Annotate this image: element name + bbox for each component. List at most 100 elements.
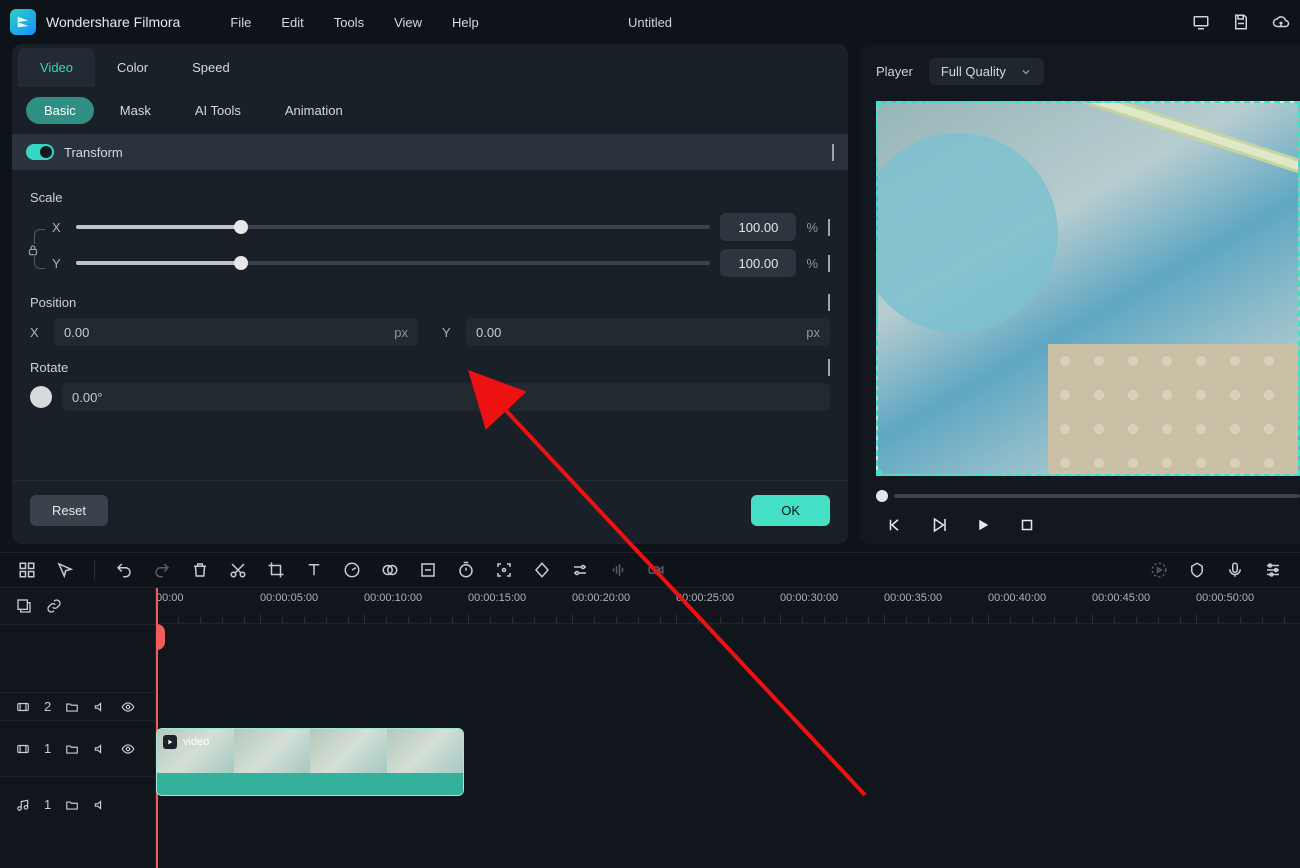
menu-tools[interactable]: Tools xyxy=(334,15,364,30)
stop-icon[interactable] xyxy=(1018,516,1036,534)
marker-icon[interactable] xyxy=(1188,561,1206,579)
tab-speed[interactable]: Speed xyxy=(170,48,252,87)
save-icon[interactable] xyxy=(1232,13,1250,31)
subtab-animation[interactable]: Animation xyxy=(267,97,361,124)
menu-file[interactable]: File xyxy=(230,15,251,30)
video-clip[interactable]: video xyxy=(156,728,464,796)
keyframe-tool-icon[interactable] xyxy=(533,561,551,579)
scale-y-value[interactable]: 100.00 xyxy=(720,249,796,277)
scale-x-slider[interactable] xyxy=(76,225,710,229)
delete-icon[interactable] xyxy=(191,561,209,579)
scale-y-axis: Y xyxy=(52,256,66,271)
mute-icon[interactable] xyxy=(93,742,107,756)
audio-track-icon xyxy=(16,798,30,812)
tab-color[interactable]: Color xyxy=(95,48,170,87)
cloud-upload-icon[interactable] xyxy=(1272,13,1290,31)
position-label: Position xyxy=(30,295,76,310)
mic-icon[interactable] xyxy=(1226,561,1244,579)
cut-icon[interactable] xyxy=(229,561,247,579)
crop-icon[interactable] xyxy=(267,561,285,579)
menu-help[interactable]: Help xyxy=(452,15,479,30)
transform-toggle[interactable] xyxy=(26,144,54,160)
menu-edit[interactable]: Edit xyxy=(281,15,303,30)
timeline: 2 1 1 00:00 00:00:05:00 00:00:10:00 00:0… xyxy=(0,588,1300,868)
timer-icon[interactable] xyxy=(457,561,475,579)
quality-dropdown[interactable]: Full Quality xyxy=(929,58,1044,85)
app-name: Wondershare Filmora xyxy=(46,14,180,30)
title-bar: Wondershare Filmora File Edit Tools View… xyxy=(0,0,1300,44)
subtab-ai-tools[interactable]: AI Tools xyxy=(177,97,259,124)
rotate-knob[interactable] xyxy=(30,386,52,408)
position-x-input[interactable]: 0.00px xyxy=(54,318,418,346)
scale-y-keyframe[interactable] xyxy=(828,256,830,271)
property-tabs: Video Color Speed xyxy=(12,44,848,87)
player-controls xyxy=(876,516,1300,534)
app-logo xyxy=(10,9,36,35)
clip-label: video xyxy=(183,736,209,748)
rotate-label: Rotate xyxy=(30,360,68,375)
scale-x-value[interactable]: 100.00 xyxy=(720,213,796,241)
video-track-icon xyxy=(16,700,30,714)
player-label: Player xyxy=(876,64,913,79)
lock-icon[interactable] xyxy=(26,243,40,257)
scale-y-slider[interactable] xyxy=(76,261,710,265)
mixer-icon[interactable] xyxy=(1264,561,1282,579)
link-icon[interactable] xyxy=(46,598,62,614)
text-icon[interactable] xyxy=(305,561,323,579)
subtab-basic[interactable]: Basic xyxy=(26,97,94,124)
selection-handle[interactable] xyxy=(876,101,882,107)
menu-bar: File Edit Tools View Help xyxy=(230,15,478,30)
eye-icon[interactable] xyxy=(121,700,135,714)
redo-icon[interactable] xyxy=(153,561,171,579)
scale-label: Scale xyxy=(30,190,830,205)
play-step-icon[interactable] xyxy=(930,516,948,534)
player-panel: Player Full Quality xyxy=(860,44,1300,544)
rotate-input[interactable]: 0.00° xyxy=(62,383,830,411)
player-progress[interactable] xyxy=(876,490,1300,502)
play-icon[interactable] xyxy=(974,516,992,534)
video-subtabs: Basic Mask AI Tools Animation xyxy=(12,87,848,134)
transform-keyframe[interactable] xyxy=(832,145,834,160)
scale-lock-bracket xyxy=(30,229,46,269)
menu-view[interactable]: View xyxy=(394,15,422,30)
tab-video[interactable]: Video xyxy=(18,48,95,87)
undo-icon[interactable] xyxy=(115,561,133,579)
green-screen-icon[interactable] xyxy=(419,561,437,579)
folder-icon[interactable] xyxy=(65,742,79,756)
prev-frame-icon[interactable] xyxy=(886,516,904,534)
adjust-icon[interactable] xyxy=(571,561,589,579)
audio-tool-icon[interactable] xyxy=(609,561,627,579)
properties-panel: Video Color Speed Basic Mask AI Tools An… xyxy=(12,44,848,544)
speed-ramp-icon[interactable] xyxy=(343,561,361,579)
preview-viewport[interactable] xyxy=(876,101,1300,476)
screen-icon[interactable] xyxy=(1192,13,1210,31)
scale-x-axis: X xyxy=(52,220,66,235)
clip-play-icon xyxy=(163,735,177,749)
cursor-icon[interactable] xyxy=(56,561,74,579)
timeline-tracks[interactable]: 00:00 00:00:05:00 00:00:10:00 00:00:15:0… xyxy=(156,588,1300,868)
position-y-input[interactable]: 0.00px xyxy=(466,318,830,346)
chevron-down-icon xyxy=(1020,66,1032,78)
record-block-icon[interactable] xyxy=(647,561,665,579)
subtab-mask[interactable]: Mask xyxy=(102,97,169,124)
time-ruler[interactable]: 00:00 00:00:05:00 00:00:10:00 00:00:15:0… xyxy=(156,588,1300,624)
position-keyframe[interactable] xyxy=(828,295,830,310)
detect-icon[interactable] xyxy=(495,561,513,579)
eye-icon[interactable] xyxy=(121,742,135,756)
mute-icon[interactable] xyxy=(93,700,107,714)
color-match-icon[interactable] xyxy=(381,561,399,579)
ok-button[interactable]: OK xyxy=(751,495,830,526)
render-icon[interactable] xyxy=(1150,561,1168,579)
selection-handle[interactable] xyxy=(876,470,882,476)
reset-button[interactable]: Reset xyxy=(30,495,108,526)
video-track-icon xyxy=(16,742,30,756)
scale-x-keyframe[interactable] xyxy=(828,220,830,235)
add-track-icon[interactable] xyxy=(16,598,32,614)
grid-icon[interactable] xyxy=(18,561,36,579)
rotate-keyframe[interactable] xyxy=(828,360,830,375)
timeline-toolbar xyxy=(0,552,1300,588)
mute-icon[interactable] xyxy=(93,798,107,812)
folder-icon[interactable] xyxy=(65,700,79,714)
document-title: Untitled xyxy=(628,15,672,30)
folder-icon[interactable] xyxy=(65,798,79,812)
